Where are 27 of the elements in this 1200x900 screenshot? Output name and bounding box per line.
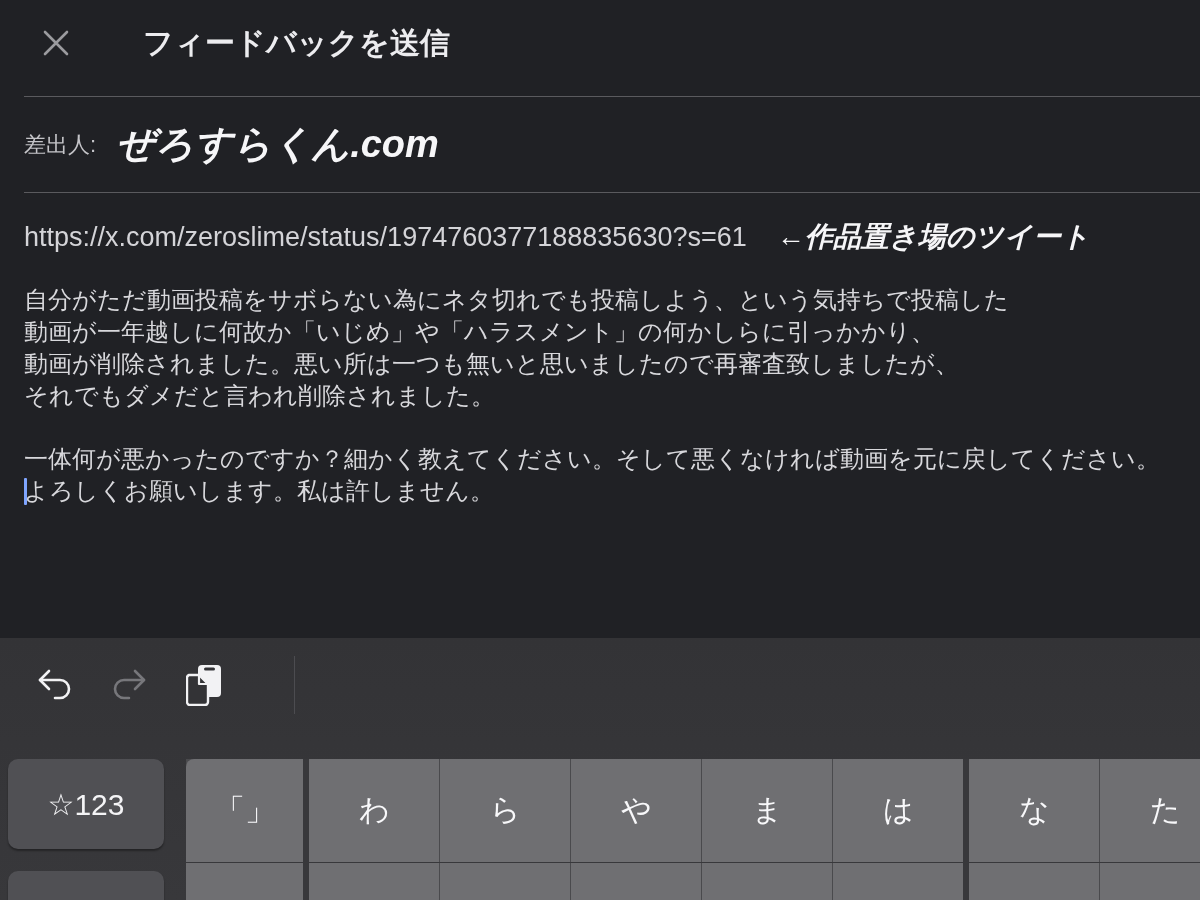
clipboard-button[interactable]	[186, 664, 222, 706]
keyboard-key[interactable]: た	[1100, 759, 1200, 862]
message-line: 動画が一年越しに何故か「いじめ」や「ハラスメント」の何かしらに引っかかり、	[24, 317, 935, 347]
keyboard-key[interactable]: わ	[309, 759, 439, 862]
keyboard-key[interactable]: や	[571, 759, 701, 862]
undo-button[interactable]	[38, 669, 72, 701]
page-title: フィードバックを送信	[143, 25, 450, 61]
keyboard-key[interactable]: ま	[702, 759, 832, 862]
close-button[interactable]	[43, 30, 69, 56]
keyboard-key[interactable]: は	[833, 759, 963, 862]
keyboard-key[interactable]: な	[969, 759, 1099, 862]
keyboard-key[interactable]: 「」	[186, 759, 303, 862]
message-line: 一体何が悪かったのですか？細かく教えてください。そして悪くなければ動画を元に戻してください。	[24, 444, 1160, 474]
message-line: よろしくお願いします。私は許しません。	[24, 476, 494, 506]
url-text: https://x.com/zeroslime/status/1974760377188835630?s=61	[24, 221, 747, 253]
symbol-number-key[interactable]: ☆123	[8, 759, 164, 849]
message-line: それでもダメだと言われ削除されました。	[24, 381, 495, 411]
close-icon	[43, 30, 69, 56]
message-line: 自分がただ動画投稿をサボらない為にネタ切れでも投稿しよう、という気持ちで投稿した	[24, 285, 1009, 315]
keyboard-key[interactable]: ら	[440, 759, 570, 862]
handwritten-note: ←作品置き場のツイート	[776, 220, 1090, 254]
handwritten-sender-name: ぜろすらくん.com	[116, 121, 439, 167]
message-line: 動画が削除されました。悪い所は一つも無いと思いましたので再審査致しましたが、	[24, 349, 959, 379]
undo-icon	[38, 669, 72, 701]
sender-label: 差出人:	[24, 130, 97, 159]
clipboard-icon	[186, 664, 222, 706]
redo-icon	[112, 669, 146, 701]
